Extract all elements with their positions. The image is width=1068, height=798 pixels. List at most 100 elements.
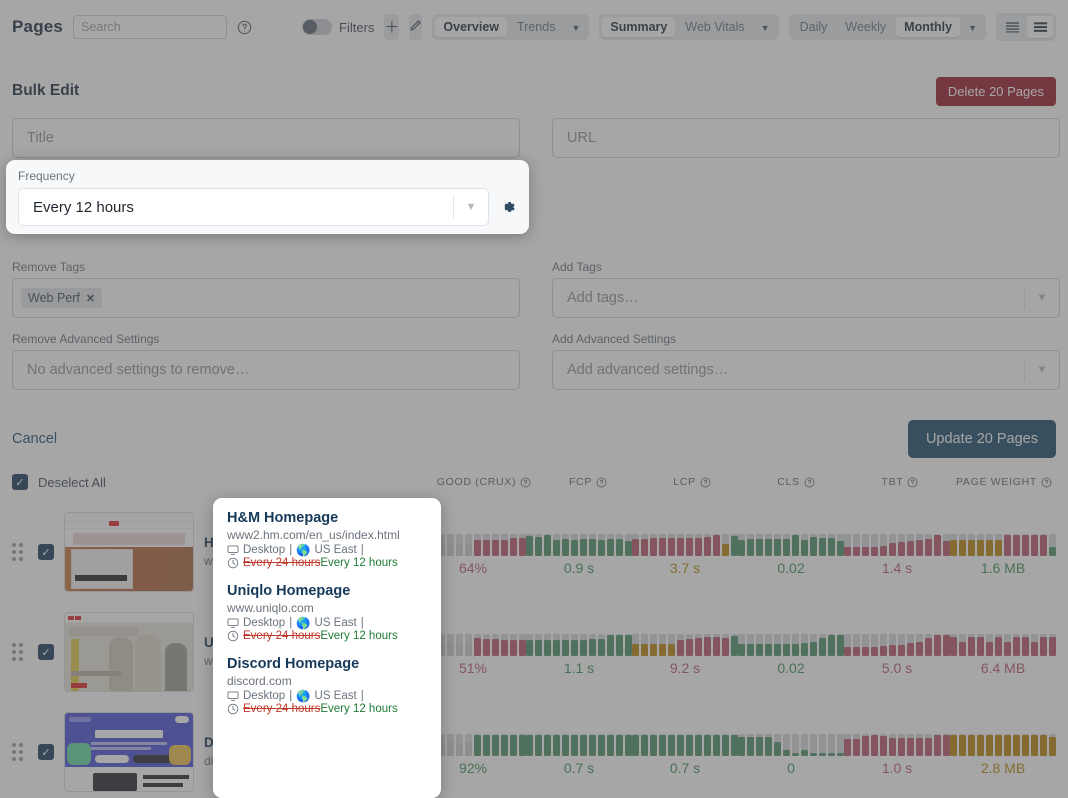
popover-new-frequency: Every 12 hours [320,703,398,715]
column-header[interactable]: GOOD (CRUX) [432,476,536,488]
row-checkbox[interactable]: ✓ [38,744,54,760]
sparkline-bar [580,634,587,656]
sparkline-bar [959,734,966,756]
popover-url: www.uniqlo.com [227,601,314,615]
gear-icon[interactable] [499,198,517,216]
sparkline-bar [1040,534,1047,556]
chevron-down-icon[interactable]: ▼ [454,201,488,213]
sparkline-bar [862,734,869,756]
metric-cell[interactable]: 6.4 MB [950,628,1056,676]
sparkline-bar [977,534,984,556]
drag-handle-icon[interactable] [12,643,28,661]
title-field[interactable] [12,118,520,158]
filters-toggle[interactable]: Filters [302,19,374,35]
tab-daily[interactable]: Daily [792,17,836,37]
tag-chip[interactable]: Web Perf ✕ [21,288,103,308]
sparkline-bar [465,534,472,556]
metric-mode-caret[interactable]: ▼ [755,17,776,37]
metric-value: 0.02 [777,560,805,576]
question-circle-icon[interactable] [237,20,252,35]
tab-overview[interactable]: Overview [435,17,508,37]
column-header[interactable]: PAGE WEIGHT [952,476,1056,488]
metric-sparkline [526,528,632,556]
question-circle-icon[interactable] [700,477,711,488]
metric-cell[interactable]: 5.0 s [844,628,950,676]
page-thumbnail[interactable] [64,512,194,592]
bulk-edit-right-column: Add Tags Add tags… ▼ Add Advanced Settin… [552,118,1060,404]
tab-web-vitals[interactable]: Web Vitals [677,17,752,37]
tab-weekly[interactable]: Weekly [837,17,894,37]
metric-cell[interactable]: 2.8 MB [950,728,1056,776]
delete-pages-button[interactable]: Delete 20 Pages [935,76,1056,106]
chevron-down-icon[interactable]: ▼ [1025,292,1059,304]
drag-handle-icon[interactable] [12,743,28,761]
question-circle-icon[interactable] [1041,477,1052,488]
table-body: ✓ H&M Homepage www2.hm.com/en_us/index.ht… [0,502,1068,798]
update-pages-button[interactable]: Update 20 Pages [907,420,1056,458]
sparkline-bar [632,534,639,556]
add-tags-select[interactable]: Add tags… ▼ [552,278,1060,318]
table-row[interactable]: ✓ Discord Homepagediscord.com92%0.7 s0.7… [0,702,1068,798]
table-row[interactable]: ✓ H&M Homepage www2.hm.com/en_us/index.ht… [0,502,1068,602]
column-header[interactable]: TBT [848,476,952,488]
url-field[interactable] [552,118,1060,158]
row-checkbox[interactable]: ✓ [38,644,54,660]
popover-frequency: Every 24 hoursEvery 12 hours [227,703,427,715]
metric-cell[interactable]: 0.02 [738,628,844,676]
metric-cell[interactable]: 0.7 s [526,728,632,776]
list-compact-icon[interactable] [999,16,1025,38]
popover-item[interactable]: Discord Homepage discord.com Desktop | 🌎 US E… [227,656,427,715]
tab-summary[interactable]: Summary [602,17,676,37]
filters-switch[interactable] [302,19,333,35]
sparkline-bar [625,734,632,756]
metric-cell[interactable]: 0.02 [738,528,844,576]
column-header[interactable]: LCP [640,476,744,488]
chevron-down-icon[interactable]: ▼ [1025,364,1059,376]
edit-button[interactable] [409,14,423,40]
metric-cell[interactable]: 0.9 s [526,528,632,576]
popover-item[interactable]: Uniqlo Homepage www.uniqlo.com Desktop | 🌎 US… [227,583,427,642]
x-icon[interactable]: ✕ [86,292,95,305]
question-circle-icon[interactable] [520,477,531,488]
question-circle-icon[interactable] [804,477,815,488]
question-circle-icon[interactable] [907,477,918,488]
sparkline-bar [916,534,923,556]
add-button[interactable]: ＋ [384,14,400,40]
metric-cell[interactable]: 1.6 MB [950,528,1056,576]
list-comfortable-icon[interactable] [1027,16,1053,38]
period-caret[interactable]: ▼ [962,17,983,37]
metric-cell[interactable]: 0.7 s [632,728,738,776]
column-header[interactable]: CLS [744,476,848,488]
tab-trends[interactable]: Trends [509,17,563,37]
row-checkbox[interactable]: ✓ [38,544,54,560]
sparkline-bar [819,534,826,556]
column-header[interactable]: FCP [536,476,640,488]
metric-cell[interactable]: 1.1 s [526,628,632,676]
remove-tags-input[interactable]: Web Perf ✕ [12,278,520,318]
metric-cell[interactable]: 9.2 s [632,628,738,676]
metric-cell[interactable]: 3.7 s [632,528,738,576]
page-thumbnail[interactable] [64,612,194,692]
metric-cell[interactable]: 0 [738,728,844,776]
sparkline-bar [1004,534,1011,556]
column-header-label: PAGE WEIGHT [955,476,1037,488]
select-all-checkbox[interactable]: ✓ [12,474,28,490]
view-mode-caret[interactable]: ▼ [565,17,586,37]
metric-cell[interactable]: 1.4 s [844,528,950,576]
popover-item[interactable]: H&M Homepage www2.hm.com/en_us/index.html… [227,510,427,569]
table-row[interactable]: ✓ Uniqlo Homepagewww.uniqlo.com51%1.1 s9… [0,602,1068,702]
drag-handle-icon[interactable] [12,543,28,561]
search-input[interactable] [73,15,228,39]
question-circle-icon[interactable] [596,477,607,488]
sparkline-bar [959,534,966,556]
bulk-edit-panel: Bulk Edit Delete 20 Pages Remove Tags We… [0,54,1068,458]
sparkline-bar [862,534,869,556]
cancel-link[interactable]: Cancel [12,431,57,447]
sparkline-bar [731,534,738,556]
metric-cell[interactable]: 1.0 s [844,728,950,776]
sparkline-bar [889,634,896,656]
frequency-select[interactable]: Every 12 hours ▼ [18,188,489,226]
add-advanced-select[interactable]: Add advanced settings… ▼ [552,350,1060,390]
tab-monthly[interactable]: Monthly [896,17,961,37]
page-thumbnail[interactable] [64,712,194,792]
